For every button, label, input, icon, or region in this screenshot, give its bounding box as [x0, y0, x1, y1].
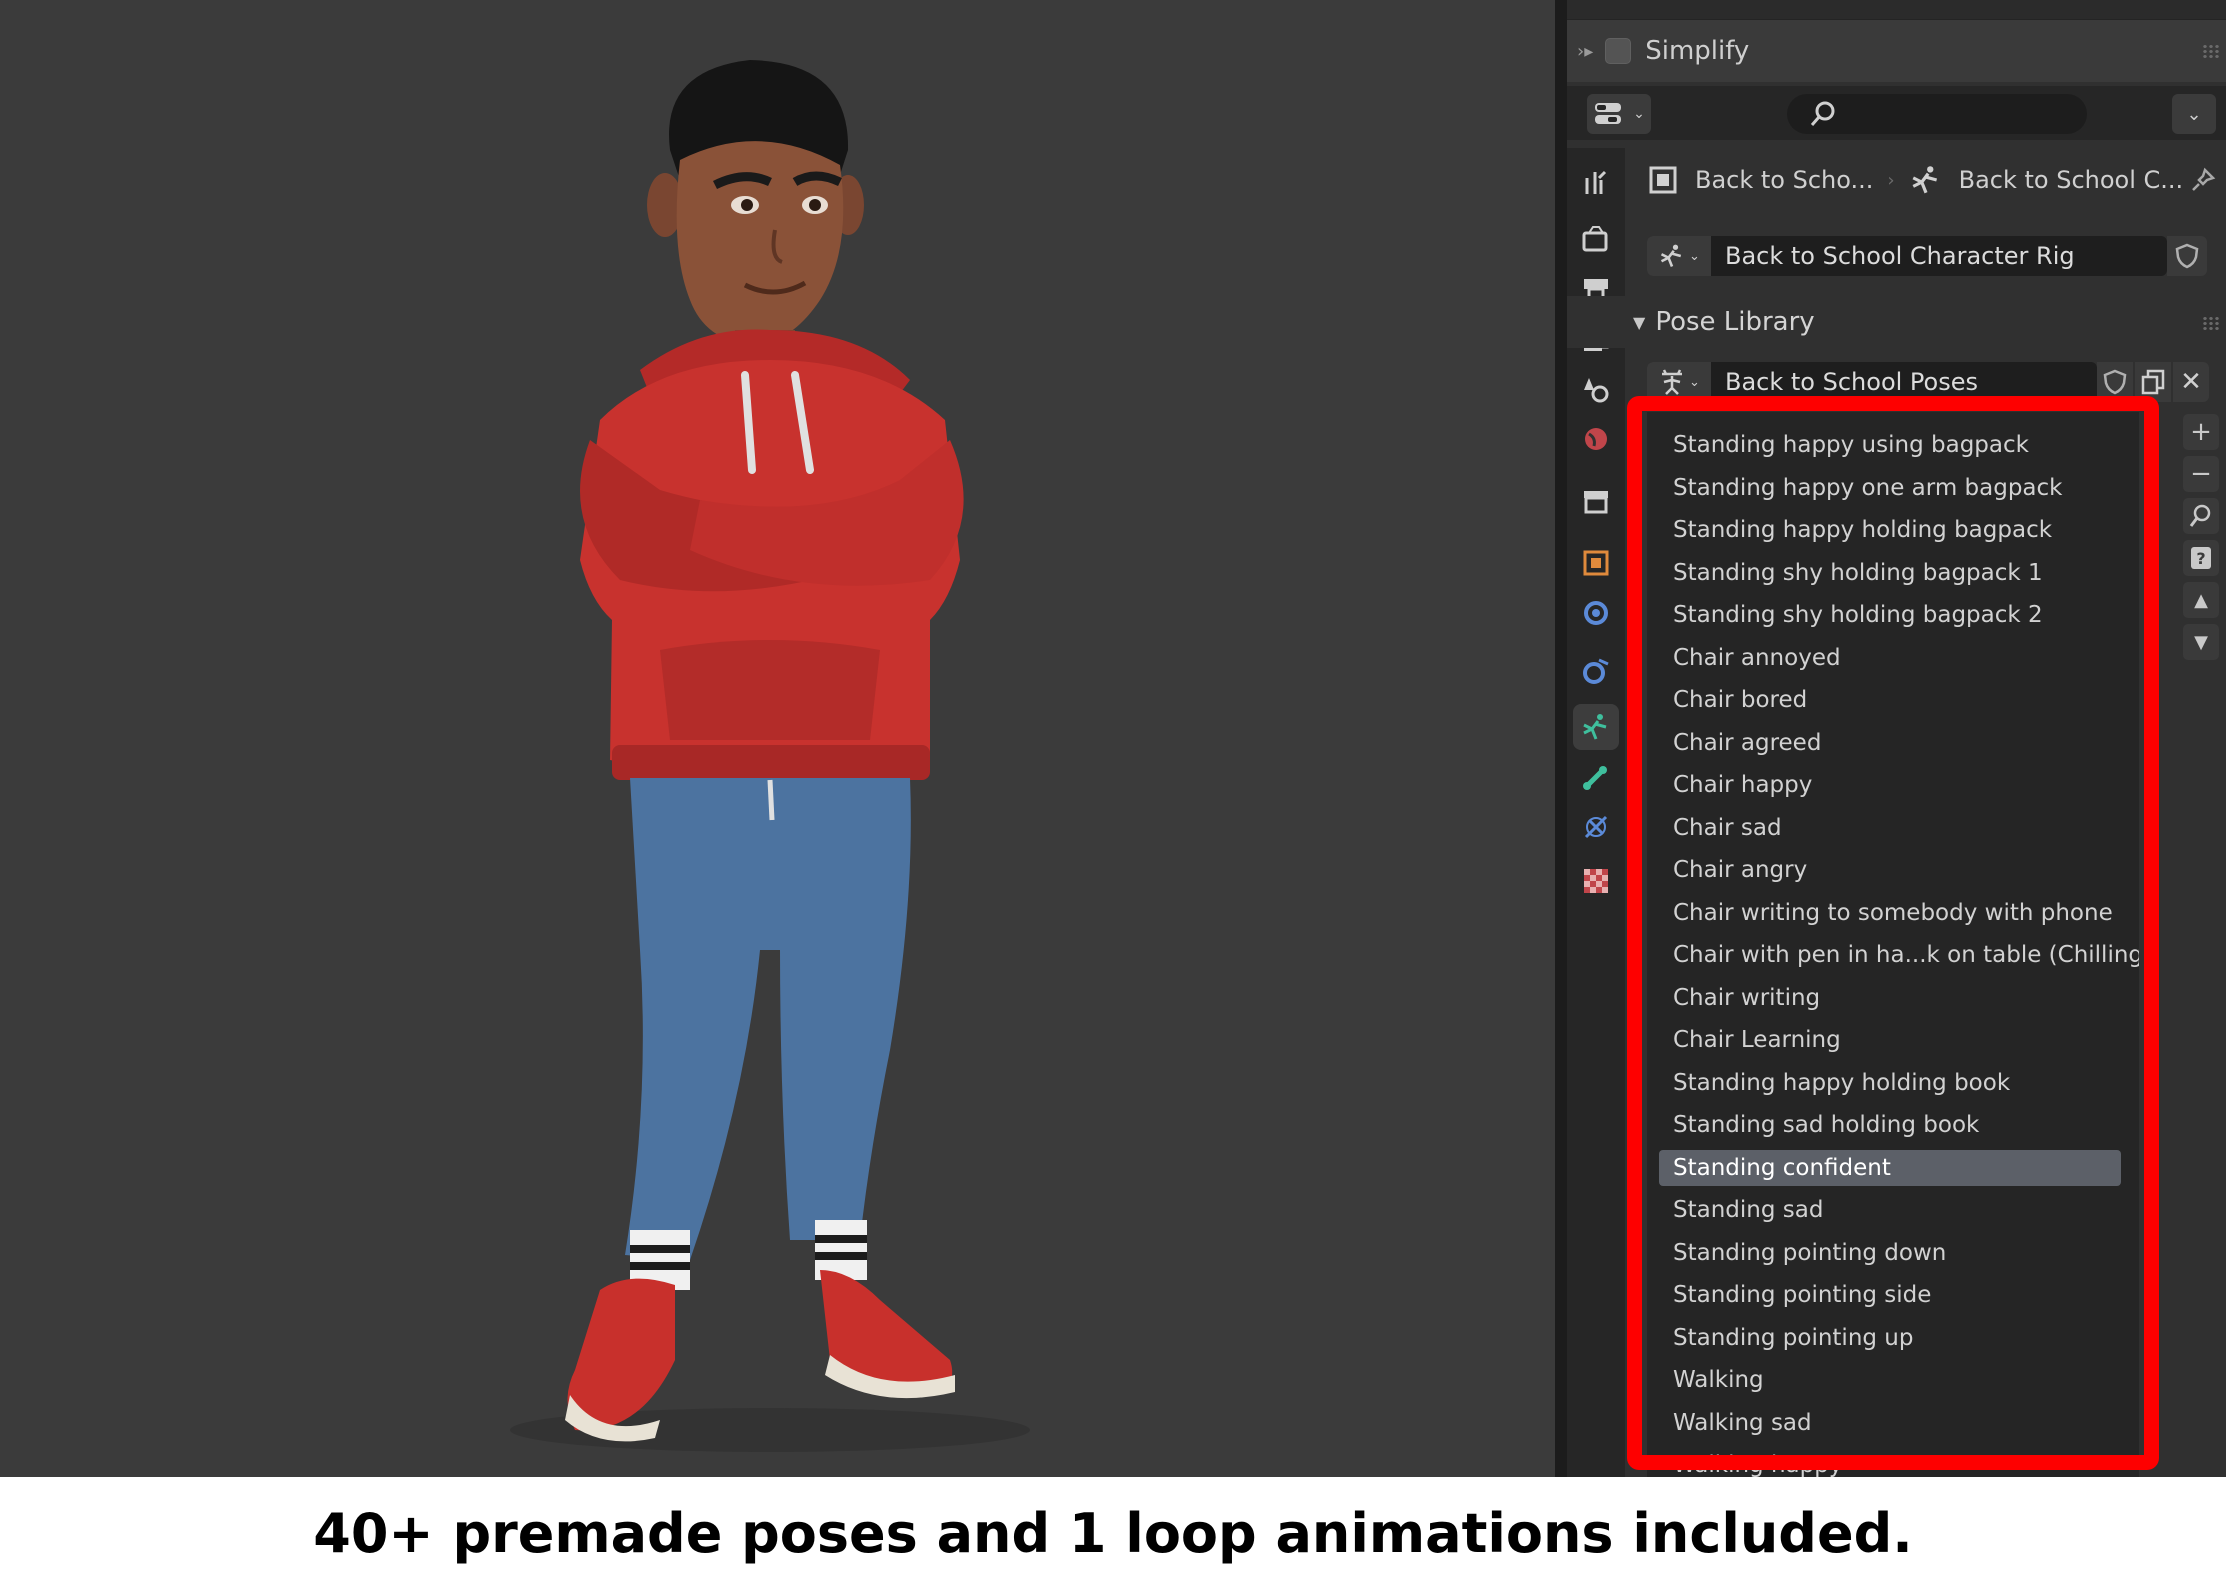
- physics-icon: [1583, 658, 1609, 684]
- armature-icon: [1583, 714, 1607, 740]
- search-icon: [1810, 101, 1835, 126]
- area-divider[interactable]: [1555, 0, 1567, 1477]
- move-down-icon: ▼: [2194, 631, 2208, 653]
- render-icon: [1582, 226, 1608, 252]
- pose-library-name[interactable]: Back to School Poses: [1711, 368, 1978, 396]
- armature-icon: [1660, 244, 1682, 267]
- minus-icon: −: [2190, 459, 2212, 489]
- drag-handle-icon[interactable]: [2202, 316, 2220, 330]
- chevron-down-icon: ⌄: [1689, 248, 1700, 264]
- shield-icon: [2175, 243, 2199, 269]
- modifier-icon: [1584, 601, 1608, 625]
- armature-browse-button[interactable]: ⌄: [1647, 236, 1711, 276]
- pin-icon[interactable]: [2189, 166, 2217, 194]
- close-icon: ✕: [2180, 367, 2202, 397]
- breadcrumb-object[interactable]: Back to Scho...: [1695, 166, 1873, 194]
- tab-modifiers[interactable]: [1573, 590, 1619, 636]
- constraint-icon: [1584, 815, 1608, 839]
- editor-type-icon: [1595, 103, 1622, 124]
- object-icon: [1583, 550, 1609, 576]
- editor-type-button[interactable]: ⌄: [1587, 94, 1651, 134]
- tab-bone-constraints[interactable]: [1573, 804, 1619, 850]
- tab-bone[interactable]: [1573, 754, 1619, 800]
- collection-icon: [1584, 491, 1608, 514]
- sanitize-poses-button[interactable]: ?: [2183, 540, 2219, 576]
- pose-library-header[interactable]: ▼ Pose Library: [1567, 296, 2226, 348]
- breadcrumb-separator-icon: ›: [1887, 169, 1895, 191]
- simplify-label: Simplify: [1645, 36, 1750, 66]
- tab-object[interactable]: [1573, 540, 1619, 586]
- tab-world[interactable]: [1573, 416, 1619, 462]
- browse-poses-button[interactable]: [2183, 498, 2219, 534]
- add-pose-button[interactable]: +: [2183, 414, 2219, 450]
- chevron-right-icon[interactable]: ›▸: [1577, 41, 1593, 62]
- shield-icon: [2103, 369, 2127, 395]
- pose-library-icon: [1662, 369, 1683, 395]
- world-icon: [1585, 428, 1607, 450]
- caption-bar: 40+ premade poses and 1 loop animations …: [0, 1477, 2226, 1590]
- move-down-button[interactable]: ▼: [2183, 624, 2219, 660]
- texture-icon: [1584, 869, 1608, 893]
- chevron-down-icon: ⌄: [1633, 106, 1645, 122]
- header-menu-button[interactable]: ⌄: [2172, 94, 2216, 134]
- remove-pose-button[interactable]: −: [2183, 456, 2219, 492]
- tab-texture[interactable]: [1573, 858, 1619, 904]
- chevron-down-icon: ▼: [1633, 312, 1646, 332]
- armature-icon: [1912, 166, 1937, 194]
- 3d-viewport[interactable]: [0, 0, 1555, 1477]
- tab-scene[interactable]: [1573, 366, 1619, 412]
- unlink-button[interactable]: ✕: [2173, 362, 2209, 402]
- chevron-down-icon: ⌄: [2186, 103, 2202, 125]
- object-icon: [1649, 166, 1677, 194]
- zoom-icon: [2189, 504, 2211, 527]
- simplify-subpanel-header[interactable]: ›▸ Simplify: [1567, 20, 2226, 82]
- copy-icon: [2141, 369, 2165, 395]
- chevron-down-icon: ⌄: [1689, 374, 1700, 390]
- tab-physics[interactable]: [1573, 648, 1619, 694]
- simplify-checkbox[interactable]: [1605, 38, 1632, 64]
- highlight-box: [1627, 396, 2159, 1470]
- tab-armature-data[interactable]: [1573, 704, 1619, 750]
- armature-data-field[interactable]: ⌄ Back to School Character Rig: [1647, 236, 2207, 276]
- tab-collection[interactable]: [1573, 478, 1619, 524]
- tool-icon: [1585, 170, 1607, 194]
- drag-handle-icon[interactable]: [2202, 44, 2220, 58]
- breadcrumb: Back to Scho... › Back to School C...: [1647, 150, 2217, 210]
- pose-library-title: Pose Library: [1655, 307, 1815, 337]
- move-up-icon: ▲: [2194, 589, 2208, 611]
- properties-header: ⌄ ⌄: [1567, 86, 2226, 140]
- move-up-button[interactable]: ▲: [2183, 582, 2219, 618]
- fake-user-button[interactable]: [2167, 236, 2207, 276]
- tab-tool[interactable]: [1573, 158, 1619, 204]
- caption-text: 40+ premade poses and 1 loop animations …: [313, 1502, 1913, 1565]
- rig-name[interactable]: Back to School Character Rig: [1711, 242, 2075, 270]
- panel-top-strip: [1567, 0, 2226, 20]
- bone-icon: [1583, 766, 1607, 790]
- scene-icon: [1584, 378, 1609, 403]
- character-render: [510, 60, 1030, 1452]
- pose-list-side-buttons: + − ? ▲ ▼: [2183, 414, 2219, 666]
- search-field[interactable]: [1787, 94, 2087, 134]
- help-icon: ?: [2191, 547, 2211, 569]
- tab-render[interactable]: [1573, 216, 1619, 262]
- svg-text:?: ?: [2196, 549, 2205, 568]
- plus-icon: +: [2190, 417, 2212, 447]
- breadcrumb-armature[interactable]: Back to School C...: [1959, 166, 2184, 194]
